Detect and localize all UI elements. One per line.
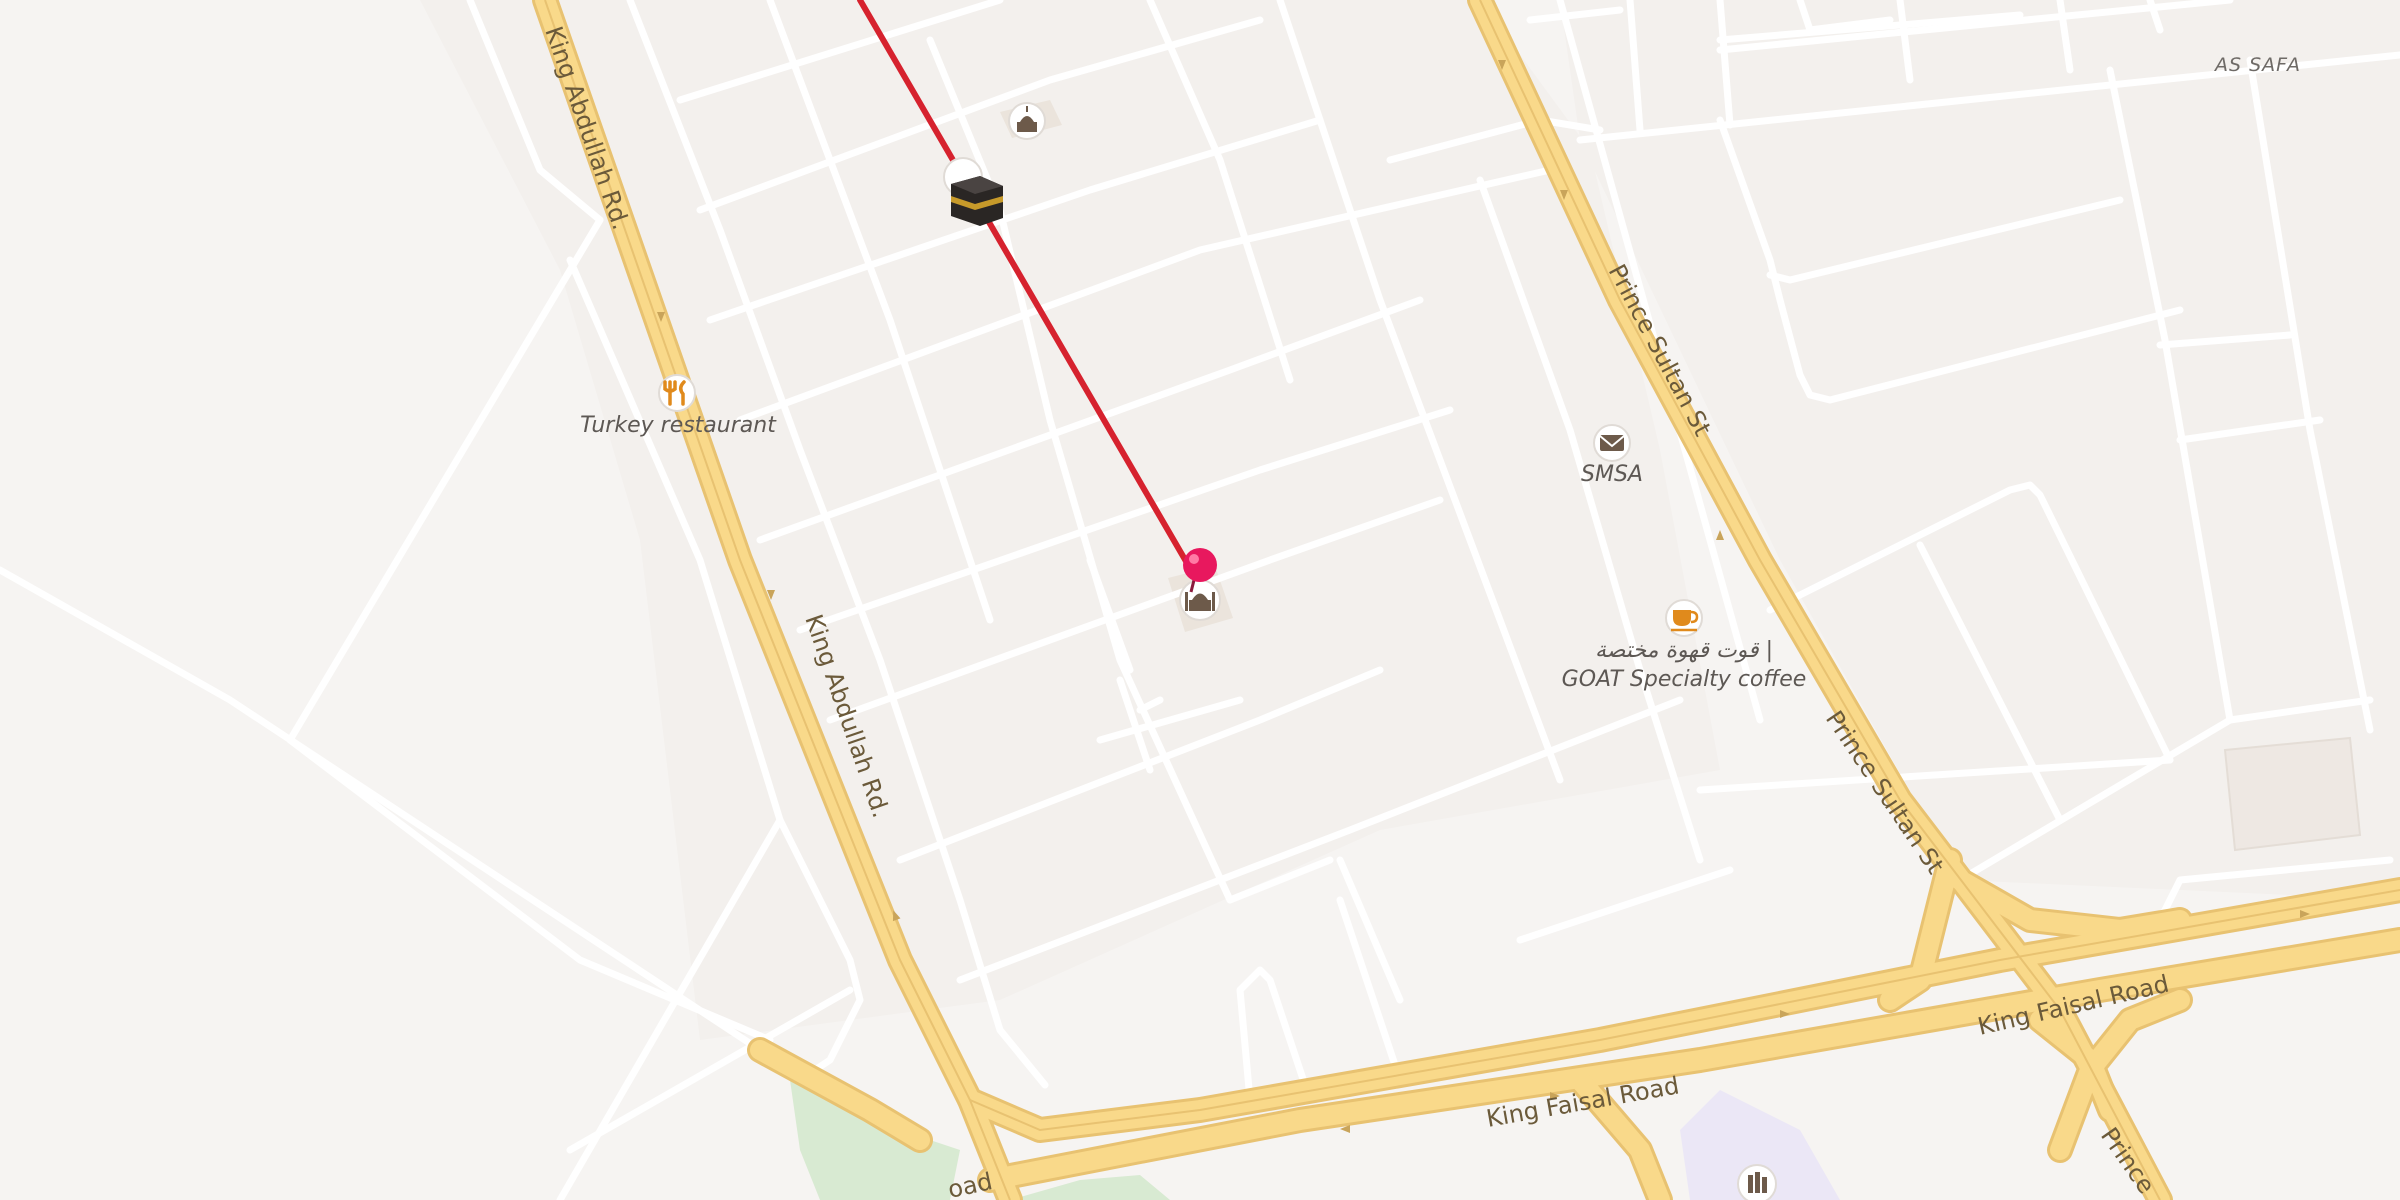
poi-library[interactable] <box>1737 1164 1777 1200</box>
area-label: AS SAFA <box>2213 54 2301 76</box>
poi-mosque-destination[interactable] <box>1179 579 1221 621</box>
pin-head <box>1183 548 1217 582</box>
kaaba-icon <box>951 176 1003 226</box>
poi-label: Turkey restaurant <box>580 413 777 438</box>
poi-mosque[interactable] <box>1008 102 1046 140</box>
poi-label: SMSA <box>1581 462 1643 487</box>
map-canvas[interactable]: King Abdullah Rd. King Abdullah Rd. Prin… <box>0 0 2400 1200</box>
building <box>2223 736 2362 852</box>
poi-label-arabic: قوت قهوة مختصة | <box>1595 638 1773 663</box>
pin-highlight <box>1189 554 1199 564</box>
cup-glyph <box>1673 610 1691 626</box>
envelope-glyph <box>1600 435 1624 451</box>
poi-label: GOAT Specialty coffee <box>1562 667 1807 692</box>
